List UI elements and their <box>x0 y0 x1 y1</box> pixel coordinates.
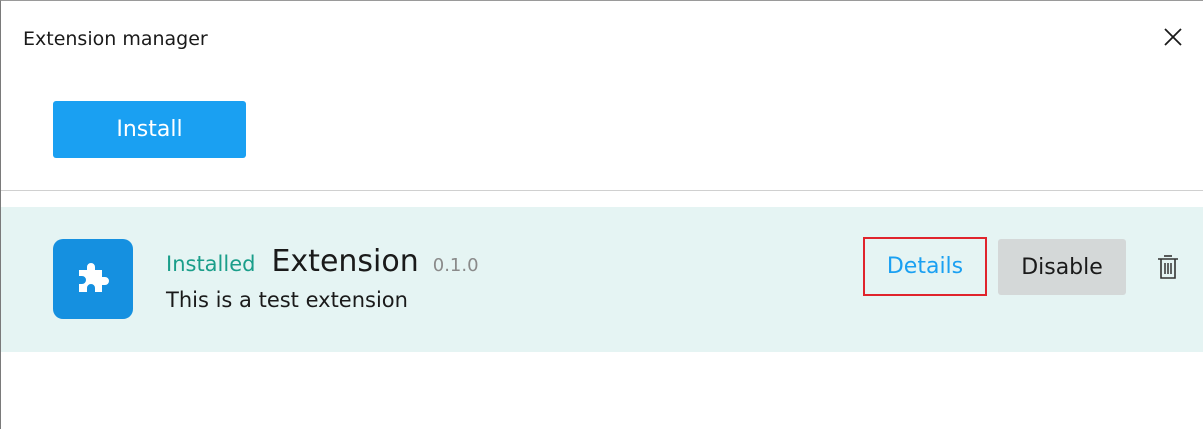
delete-button[interactable] <box>1155 253 1181 283</box>
disable-button[interactable]: Disable <box>998 239 1126 295</box>
extension-manager-window: Extension manager Install Installed Exte… <box>0 0 1203 429</box>
install-button[interactable]: Install <box>53 101 246 158</box>
extension-version: 0.1.0 <box>432 255 479 276</box>
window-title: Extension manager <box>23 28 208 50</box>
extension-list-item: Installed Extension 0.1.0 This is a test… <box>1 207 1203 352</box>
details-button[interactable]: Details <box>863 237 987 296</box>
extension-status: Installed <box>166 252 256 276</box>
extension-icon <box>53 239 133 319</box>
extension-title-line: Installed Extension 0.1.0 <box>166 244 479 279</box>
close-button[interactable] <box>1156 21 1190 55</box>
divider <box>1 190 1203 191</box>
close-icon <box>1164 28 1182 46</box>
extension-name: Extension <box>271 244 419 279</box>
extension-description: This is a test extension <box>166 288 408 312</box>
puzzle-piece-icon <box>79 263 109 292</box>
title-bar: Extension manager <box>1 1 1203 79</box>
trash-icon <box>1158 255 1178 279</box>
